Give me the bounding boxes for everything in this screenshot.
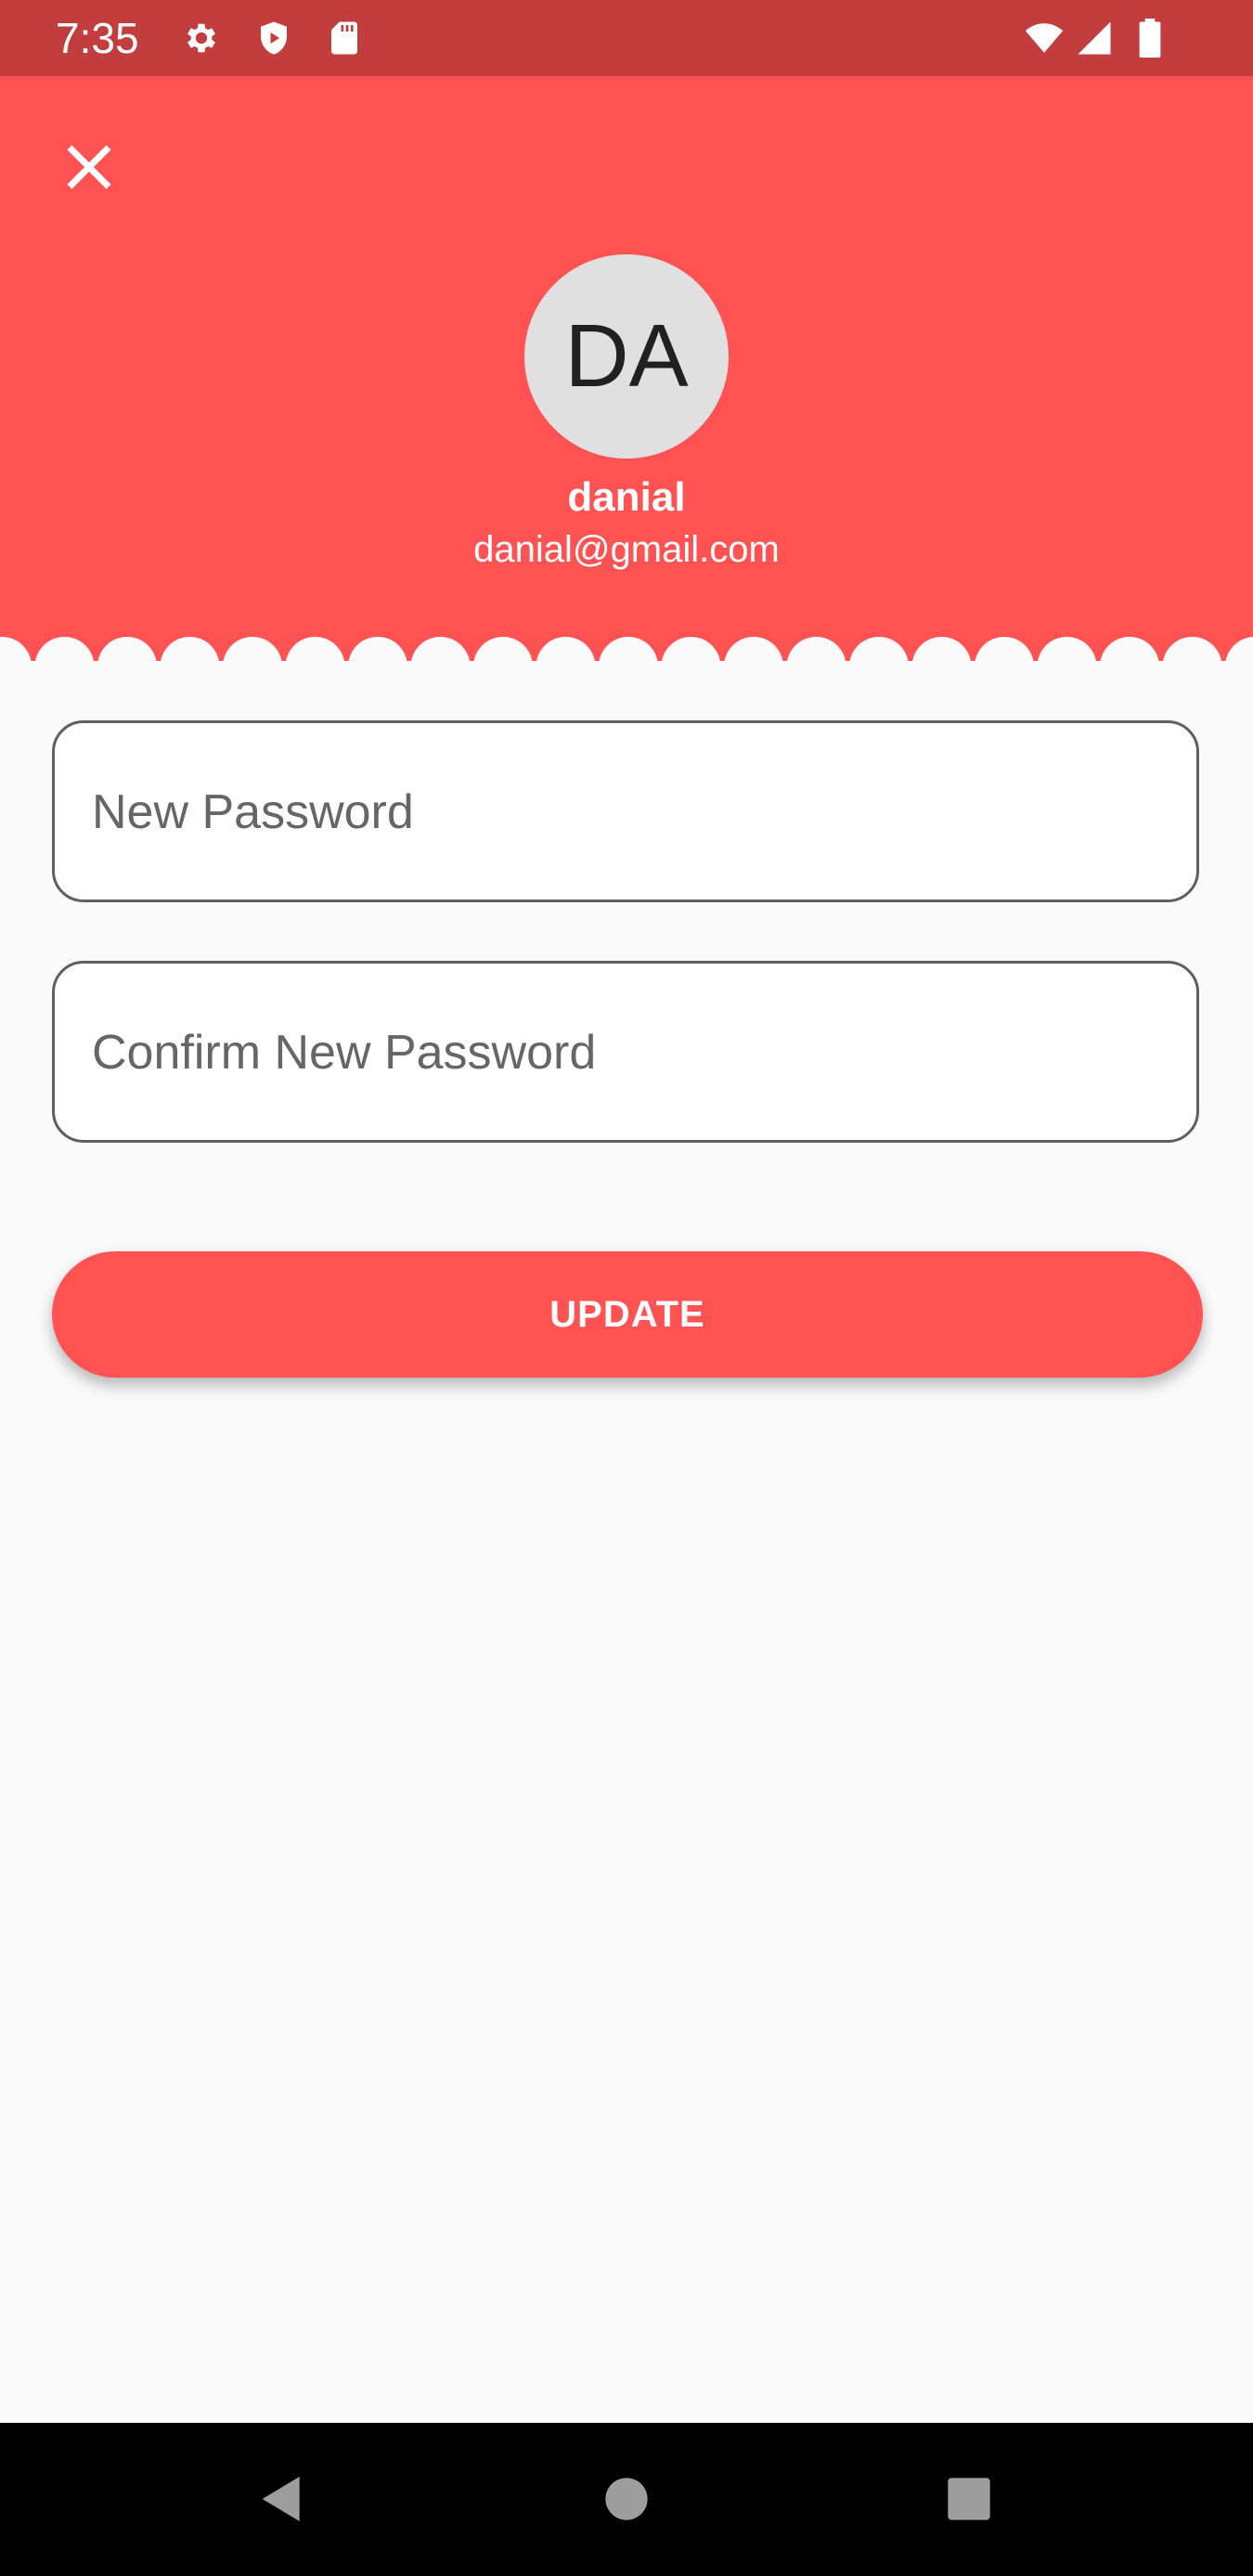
user-email: danial@gmail.com xyxy=(473,529,780,570)
battery-icon xyxy=(1134,19,1166,58)
user-name: danial xyxy=(567,474,686,520)
confirm-password-field[interactable] xyxy=(52,961,1199,1143)
back-icon xyxy=(262,2477,300,2521)
recents-icon xyxy=(948,2478,990,2520)
update-button[interactable]: UPDATE xyxy=(52,1251,1203,1378)
status-bar: 7:35 xyxy=(0,0,1253,76)
navigation-bar xyxy=(0,2423,1253,2576)
new-password-input[interactable] xyxy=(90,723,1161,901)
home-icon xyxy=(605,2478,648,2520)
gear-icon xyxy=(182,19,221,58)
confirm-password-input[interactable] xyxy=(90,964,1161,1142)
close-icon xyxy=(67,145,111,189)
home-button[interactable] xyxy=(597,2469,656,2529)
new-password-field[interactable] xyxy=(52,720,1199,902)
scalloped-edge xyxy=(0,637,1253,691)
avatar: DA xyxy=(524,254,729,459)
recents-button[interactable] xyxy=(939,2469,999,2529)
wifi-icon xyxy=(1021,19,1067,58)
status-time: 7:35 xyxy=(56,14,139,62)
sd-card-icon xyxy=(325,19,364,58)
close-button[interactable] xyxy=(59,137,119,197)
shield-play-icon xyxy=(254,19,293,58)
signal-icon xyxy=(1075,19,1114,58)
back-button[interactable] xyxy=(252,2469,312,2529)
